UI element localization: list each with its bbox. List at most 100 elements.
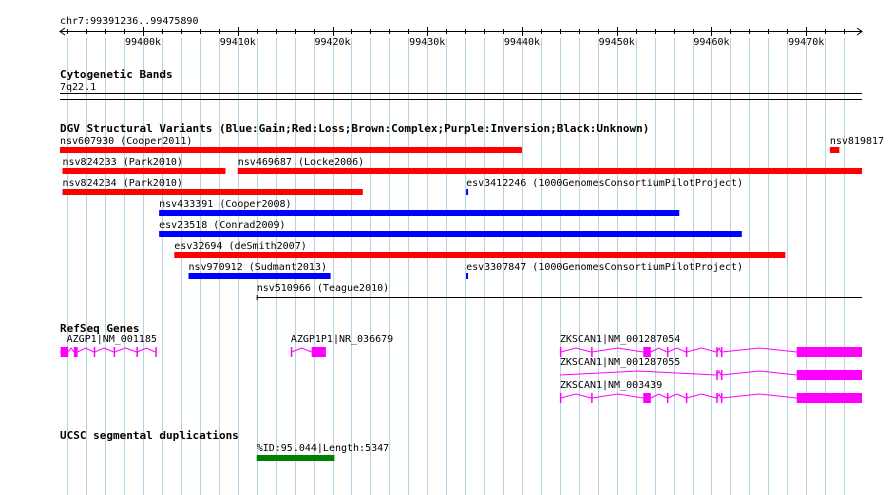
- refseq-exon[interactable]: [113, 347, 116, 357]
- dgv-feature-label: nsv433391 (Cooper2008): [159, 199, 291, 210]
- dgv-feature-bar[interactable]: [174, 252, 786, 258]
- dgv-feature[interactable]: nsv824233 (Park2010): [62, 157, 226, 174]
- dgv-feature-bar[interactable]: [62, 189, 363, 195]
- ruler-tick-label: 99400k: [125, 37, 161, 48]
- refseq-exon[interactable]: [136, 347, 138, 357]
- refseq-intron: [667, 393, 687, 399]
- dgv-feature-bar[interactable]: [466, 273, 469, 279]
- segdup-track[interactable]: %ID:95.044|Length:5347: [256, 443, 389, 461]
- dgv-feature-bar[interactable]: [829, 147, 840, 153]
- dgv-track[interactable]: nsv607930 (Cooper2011) nsv819817 nsv824233…: [60, 136, 884, 300]
- refseq-gene[interactable]: AZGP1|NM_001185: [59, 334, 157, 357]
- refseq-exon[interactable]: [796, 347, 862, 357]
- refseq-exon[interactable]: [716, 370, 718, 380]
- cytoband-track-title: Cytogenetic Bands: [60, 68, 173, 81]
- dgv-feature[interactable]: nsv819817: [829, 136, 884, 153]
- refseq-intron: [650, 393, 668, 399]
- dgv-feature-label: nsv819817: [830, 136, 884, 147]
- refseq-gene-label: ZKSCAN1|NM_003439: [560, 380, 662, 391]
- segdup-feature-label: %ID:95.044|Length:5347: [257, 443, 389, 454]
- dgv-feature-bar[interactable]: [159, 210, 680, 216]
- refseq-intron: [721, 347, 797, 353]
- cytoband-line-bottom: [60, 99, 862, 100]
- refseq-exon[interactable]: [290, 347, 293, 357]
- refseq-exon[interactable]: [685, 393, 688, 403]
- refseq-exon[interactable]: [716, 347, 718, 357]
- refseq-intron: [560, 347, 592, 353]
- dgv-feature-bar[interactable]: [159, 231, 742, 237]
- refseq-exon[interactable]: [720, 370, 723, 380]
- ruler-tick-label: 99420k: [314, 37, 350, 48]
- refseq-exon[interactable]: [73, 347, 78, 357]
- refseq-intron: [721, 393, 797, 399]
- dgv-feature-label: nsv970912 (Sudmant2013): [189, 262, 327, 273]
- dgv-feature-bar[interactable]: [188, 273, 331, 279]
- refseq-intron: [716, 392, 722, 399]
- refseq-exon[interactable]: [559, 393, 562, 403]
- coordinate-label: chr7:99391236..99475890: [60, 16, 198, 27]
- refseq-exon[interactable]: [796, 370, 862, 380]
- dgv-feature-bar[interactable]: [62, 168, 226, 174]
- dgv-feature[interactable]: nsv433391 (Cooper2008): [159, 199, 680, 216]
- segdup-feature-bar[interactable]: [256, 455, 335, 461]
- dgv-feature-bar[interactable]: [60, 147, 522, 153]
- refseq-exon[interactable]: [685, 347, 688, 357]
- refseq-intron: [667, 347, 687, 353]
- segdup-feature[interactable]: %ID:95.044|Length:5347: [256, 443, 389, 461]
- refseq-exon[interactable]: [716, 393, 718, 403]
- refseq-exon[interactable]: [591, 393, 593, 403]
- genome-browser-view[interactable]: chr7:99391236..99475890 99400k 99410k 9942…: [0, 0, 890, 495]
- refseq-exon[interactable]: [796, 393, 862, 403]
- ruler-tick-label: 99430k: [409, 37, 445, 48]
- dgv-feature-label: nsv607930 (Cooper2011): [60, 136, 192, 147]
- refseq-exon[interactable]: [720, 347, 723, 357]
- refseq-intron: [137, 347, 156, 353]
- dgv-feature-label: nsv824233 (Park2010): [63, 157, 183, 168]
- refseq-exon[interactable]: [666, 393, 669, 403]
- dgv-feature[interactable]: esv3412246 (1000GenomesConsortiumPilotPr…: [466, 178, 743, 195]
- refseq-exon[interactable]: [643, 347, 651, 357]
- refseq-gene[interactable]: ZKSCAN1|NM_003439: [559, 380, 862, 403]
- track-canvas[interactable]: chr7:99391236..99475890 99400k 99410k 9942…: [0, 0, 890, 495]
- dgv-feature-label: esv3412246 (1000GenomesConsortiumPilotPr…: [466, 178, 743, 189]
- position-ruler[interactable]: 99400k 99410k 99420k 99430k 99440k 99450k 9946…: [59, 27, 863, 48]
- refseq-track[interactable]: AZGP1|NM_001185 AZGP1P1|NR_036679 ZKSCAN1|…: [59, 334, 862, 403]
- refseq-exon[interactable]: [60, 347, 69, 357]
- dgv-feature[interactable]: nsv824234 (Park2010): [62, 178, 363, 195]
- refseq-intron: [716, 346, 722, 353]
- dgv-feature-bar[interactable]: [466, 189, 469, 195]
- dgv-track-title: DGV Structural Variants (Blue:Gain;Red:L…: [60, 122, 649, 135]
- refseq-exon[interactable]: [559, 347, 562, 357]
- refseq-intron: [114, 347, 137, 353]
- dgv-feature-label: nsv469687 (Locke2006): [238, 157, 364, 168]
- cytoband-line-top: [60, 93, 862, 94]
- refseq-intron: [94, 347, 114, 353]
- dgv-feature-label: esv3307847 (1000GenomesConsortiumPilotPr…: [466, 262, 743, 273]
- refseq-exon[interactable]: [311, 347, 326, 357]
- refseq-exon[interactable]: [643, 393, 651, 403]
- refseq-intron: [291, 347, 312, 353]
- refseq-gene[interactable]: ZKSCAN1|NM_001287054: [559, 334, 862, 357]
- dgv-feature-label: nsv824234 (Park2010): [63, 178, 183, 189]
- ruler-tick-label: 99450k: [599, 37, 635, 48]
- refseq-exon[interactable]: [591, 347, 593, 357]
- dgv-feature[interactable]: nsv607930 (Cooper2011): [60, 136, 522, 153]
- ruler-tick-label: 99440k: [504, 37, 540, 48]
- cytoband-label: 7q22.1: [60, 82, 96, 93]
- refseq-exon[interactable]: [93, 347, 96, 357]
- refseq-gene[interactable]: ZKSCAN1|NM_001287055: [559, 357, 862, 380]
- refseq-exon[interactable]: [720, 393, 723, 403]
- segdup-track-title: UCSC segmental duplications: [60, 429, 239, 442]
- dgv-feature[interactable]: esv23518 (Conrad2009): [159, 220, 742, 237]
- dgv-feature-label: nsv510966 (Teague2010): [257, 283, 389, 294]
- dgv-feature-label: esv23518 (Conrad2009): [159, 220, 285, 231]
- refseq-exon[interactable]: [155, 347, 157, 357]
- dgv-feature-bar[interactable]: [237, 168, 863, 174]
- dgv-feature[interactable]: esv3307847 (1000GenomesConsortiumPilotPr…: [466, 262, 743, 279]
- refseq-intron: [716, 369, 722, 376]
- refseq-intron: [650, 347, 668, 353]
- dgv-feature[interactable]: nsv970912 (Sudmant2013): [188, 262, 331, 279]
- refseq-gene[interactable]: AZGP1P1|NR_036679: [290, 334, 393, 357]
- refseq-exon[interactable]: [666, 347, 669, 357]
- dgv-feature[interactable]: nsv510966 (Teague2010): [256, 283, 862, 300]
